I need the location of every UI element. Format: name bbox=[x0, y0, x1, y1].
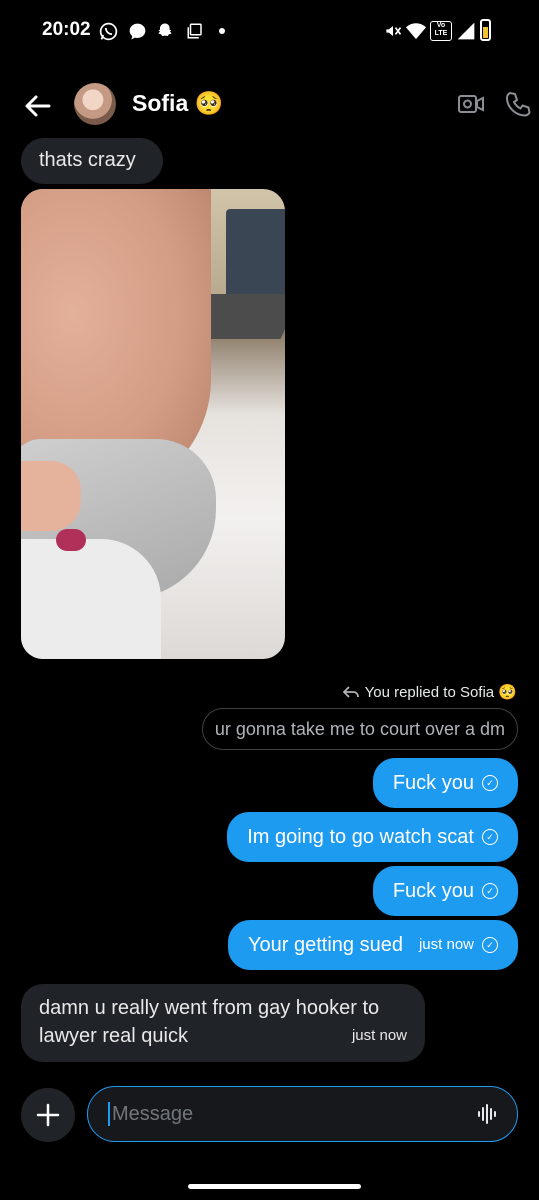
back-arrow-icon[interactable] bbox=[20, 88, 56, 124]
message-text: thats crazy bbox=[39, 149, 136, 171]
video-call-icon[interactable] bbox=[456, 89, 486, 119]
photo-shirt bbox=[21, 539, 161, 659]
battery-icon bbox=[480, 19, 491, 41]
message-timestamp: just now bbox=[351, 1027, 407, 1044]
message-text: Im going to go watch scat bbox=[247, 826, 474, 848]
incoming-message[interactable]: damn u really went from gay hooker to la… bbox=[21, 984, 425, 1062]
add-attachment-button[interactable] bbox=[21, 1088, 75, 1142]
read-check-icon: ✓ bbox=[482, 829, 498, 845]
status-bar: 20:02 Vo LTE bbox=[0, 0, 539, 60]
volte-icon: Vo LTE bbox=[430, 21, 452, 41]
reply-arrow-icon bbox=[342, 686, 359, 698]
read-check-icon: ✓ bbox=[482, 775, 498, 791]
reply-note: You replied to Sofia 🥺 bbox=[342, 683, 517, 701]
home-gesture-bar[interactable] bbox=[188, 1184, 361, 1189]
message-text: Your getting sued bbox=[248, 934, 403, 956]
outgoing-message[interactable]: Your getting sued just now ✓ bbox=[228, 920, 518, 970]
voice-message-icon[interactable] bbox=[477, 1103, 497, 1130]
read-check-icon: ✓ bbox=[482, 937, 498, 953]
outgoing-message[interactable]: Fuck you ✓ bbox=[372, 758, 518, 808]
message-timestamp: just now bbox=[418, 936, 474, 953]
text-caret bbox=[108, 1102, 110, 1126]
quoted-message[interactable]: ur gonna take me to court over a dm bbox=[201, 708, 518, 750]
phone-call-icon[interactable] bbox=[503, 89, 533, 119]
message-placeholder: Message bbox=[112, 1102, 194, 1125]
photo-nail bbox=[56, 529, 86, 551]
wifi-icon bbox=[405, 20, 427, 42]
notification-dot-icon bbox=[219, 28, 225, 34]
messenger-icon bbox=[126, 20, 148, 42]
plus-icon bbox=[36, 1103, 60, 1127]
read-check-icon: ✓ bbox=[482, 883, 498, 899]
snapchat-icon bbox=[154, 20, 176, 42]
reply-note-text: You replied to Sofia 🥺 bbox=[364, 684, 517, 701]
avatar[interactable] bbox=[74, 83, 116, 125]
contact-name[interactable]: Sofia 🥺 bbox=[132, 90, 223, 117]
photo-hand bbox=[21, 461, 81, 531]
outgoing-message[interactable]: Fuck you ✓ bbox=[372, 866, 518, 916]
message-input[interactable]: Message bbox=[87, 1086, 518, 1142]
quoted-text: ur gonna take me to court over a dm bbox=[214, 718, 505, 739]
vibrate-mute-icon bbox=[382, 20, 404, 42]
screen-copy-icon bbox=[184, 20, 206, 42]
status-time: 20:02 bbox=[42, 19, 91, 40]
whatsapp-icon bbox=[97, 20, 119, 42]
message-photo[interactable] bbox=[21, 189, 285, 659]
outgoing-message[interactable]: Im going to go watch scat ✓ bbox=[227, 812, 518, 862]
signal-icon bbox=[455, 20, 477, 42]
message-text: Fuck you bbox=[392, 880, 474, 902]
message-text: Fuck you bbox=[392, 772, 474, 794]
incoming-message[interactable]: thats crazy bbox=[21, 138, 163, 184]
